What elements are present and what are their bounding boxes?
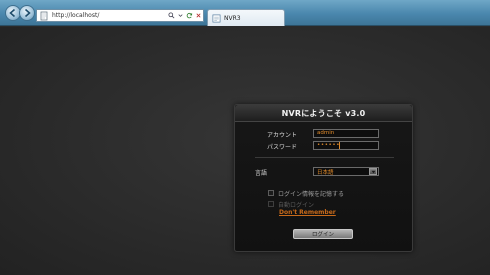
login-panel: NVRにようこそ v3.0 アカウント admin パスワード •••••• 言… [234,104,413,252]
forward-button[interactable] [19,5,35,21]
browser-chrome: http://localhost/ NVR3 [0,0,490,26]
chevron-down-icon [178,14,183,17]
login-button[interactable]: ログイン [293,229,353,239]
refresh-button[interactable] [185,10,194,21]
dont-remember-link[interactable]: Don't Remember [279,209,336,216]
refresh-icon [186,12,193,19]
page-content: NVRにようこそ v3.0 アカウント admin パスワード •••••• 言… [0,27,490,275]
password-input[interactable]: •••••• [313,141,379,150]
dropdown-button[interactable] [176,10,185,21]
page-icon [40,11,48,20]
language-value: 日本語 [317,169,334,176]
search-button[interactable] [167,10,176,21]
text-caret [339,142,340,149]
address-bar[interactable]: http://localhost/ [36,9,204,22]
back-arrow-icon [9,8,16,18]
remember-checkbox[interactable] [268,190,274,196]
chevron-down-icon [371,170,375,173]
panel-header: NVRにようこそ v3.0 [235,105,412,122]
forward-arrow-icon [24,8,31,18]
tab-nvr3[interactable]: NVR3 [207,9,285,26]
ie-tab-icon [212,14,221,22]
password-label: パスワード [267,144,298,151]
auto-login-checkbox[interactable] [268,201,274,207]
tab-label: NVR3 [224,14,241,22]
stop-icon [196,13,201,18]
panel-title: NVRにようこそ v3.0 [281,108,366,118]
account-label: アカウント [267,132,298,139]
divider [255,157,394,158]
language-label: 言語 [255,170,268,177]
language-dropdown-button[interactable] [369,168,377,175]
language-select[interactable]: 日本語 [313,167,379,176]
search-icon [168,12,175,19]
remember-label: ログイン情報を記憶する [278,191,345,198]
address-text: http://localhost/ [52,12,100,19]
account-input[interactable]: admin [313,129,379,138]
auto-login-label: 自動ログイン [278,202,315,209]
stop-button[interactable] [194,10,203,21]
